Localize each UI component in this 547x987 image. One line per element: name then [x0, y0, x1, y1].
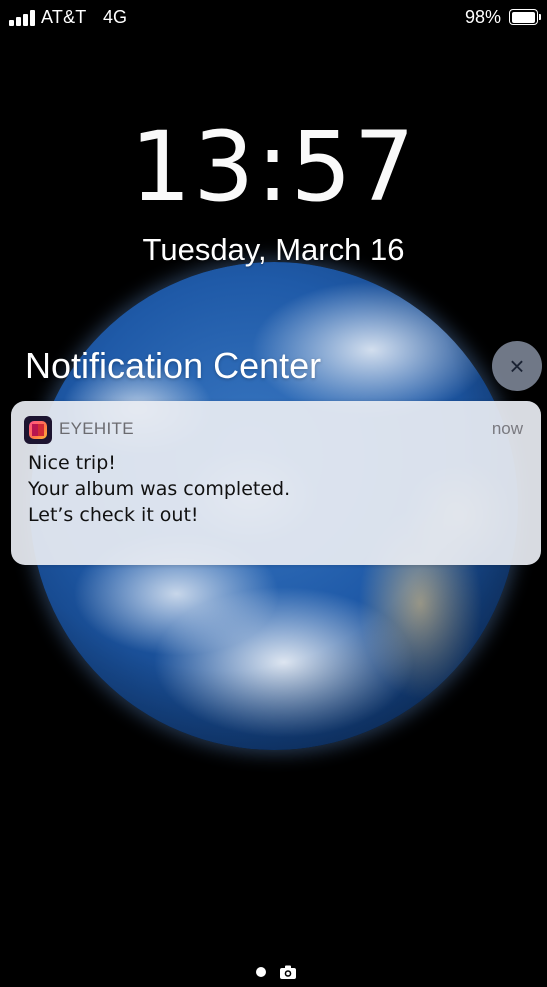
signal-icon [9, 10, 37, 26]
carrier-label: AT&T [41, 7, 87, 27]
book-icon [32, 424, 44, 436]
notification-card[interactable]: EYEHITE now Nice trip! Your album was co… [11, 401, 541, 565]
lock-screen: AT&T 4G 98% 13:57 Tuesday, March 16 Noti… [0, 0, 547, 987]
notification-app-name: EYEHITE [59, 419, 134, 438]
app-icon [24, 416, 52, 444]
lock-screen-date: Tuesday, March 16 [142, 232, 405, 267]
battery-percentage: 98% [464, 7, 501, 27]
time-text: 13:57 [130, 111, 417, 223]
notification-center-title: Notification Center [25, 345, 322, 386]
notification-line-1: Nice trip! [28, 452, 116, 474]
page-indicator-dot [256, 967, 266, 977]
network-type-label: 4G [103, 7, 128, 27]
camera-icon[interactable] [279, 964, 297, 980]
notification-time: now [491, 419, 523, 438]
notification-line-3: Let’s check it out! [28, 504, 199, 526]
lock-screen-time: 13:57 [0, 112, 547, 222]
battery-icon [509, 9, 541, 25]
notification-line-2: Your album was completed. [28, 478, 291, 500]
status-bar: AT&T 4G 98% [0, 0, 547, 36]
close-icon[interactable]: × [492, 341, 542, 391]
